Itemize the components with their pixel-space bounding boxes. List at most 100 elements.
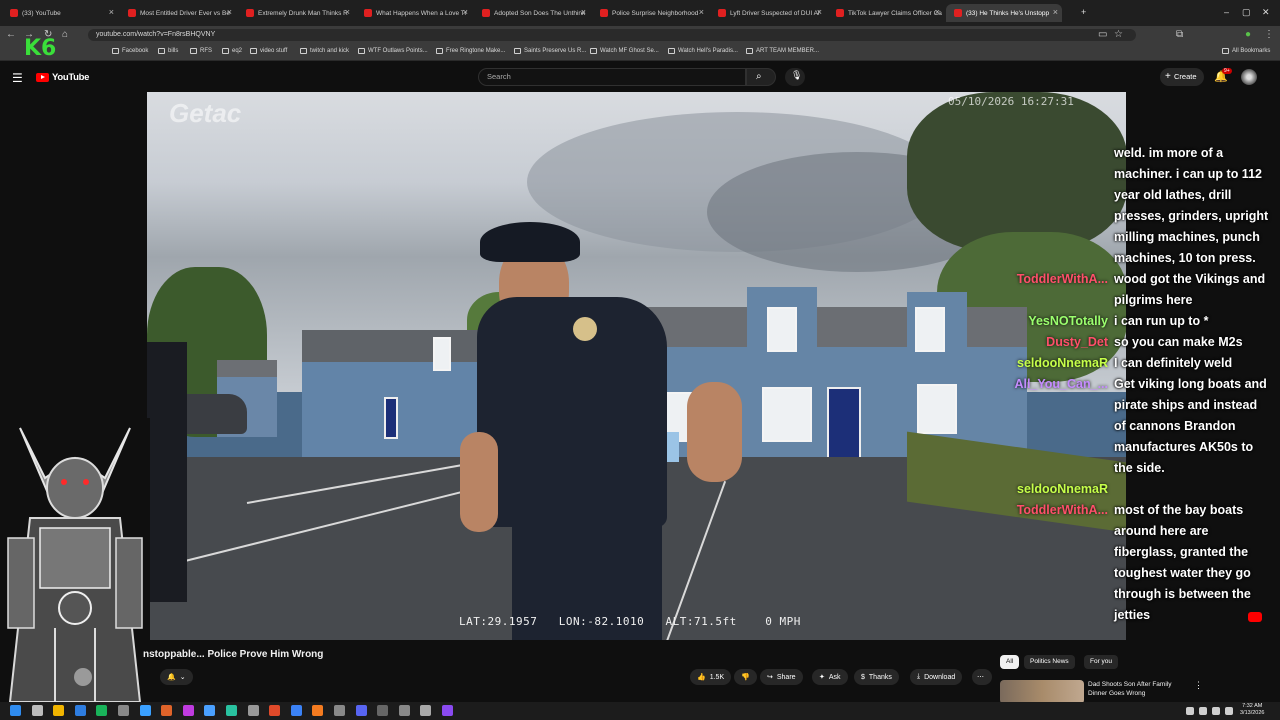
app-icon[interactable] xyxy=(334,705,345,716)
minimize-button[interactable]: – xyxy=(1224,7,1229,17)
settings-icon[interactable] xyxy=(398,705,410,716)
site-info-icon[interactable]: ⌂ xyxy=(62,29,68,40)
bookmark-item[interactable]: ART TEAM MEMBER... xyxy=(746,48,819,54)
browser-tab[interactable]: Police Surprise Neighborhood × xyxy=(592,4,708,22)
close-tab-icon[interactable]: × xyxy=(699,7,704,17)
menu-dots-icon[interactable]: ⋮ xyxy=(1264,29,1274,40)
new-tab-button[interactable]: + xyxy=(1081,7,1086,17)
tab-label: Extremely Drunk Man Thinks R xyxy=(258,9,348,17)
youtube-favicon-icon xyxy=(246,9,254,17)
recommended-video-thumbnail[interactable] xyxy=(1000,680,1084,704)
close-tab-icon[interactable]: × xyxy=(1053,7,1058,17)
bookmark-item[interactable]: bills xyxy=(158,48,178,54)
folder-icon xyxy=(250,48,257,54)
battery-icon[interactable] xyxy=(1225,707,1233,715)
browser-tab[interactable]: (33) YouTube × xyxy=(2,4,118,22)
channel-avatar[interactable] xyxy=(74,668,92,686)
maximize-button[interactable]: ▢ xyxy=(1242,7,1251,18)
back-icon[interactable]: ← xyxy=(6,29,16,40)
ask-button[interactable]: ✦ Ask xyxy=(812,669,848,685)
close-window-button[interactable]: ✕ xyxy=(1262,7,1270,18)
cast-icon[interactable]: ▭ xyxy=(1098,29,1107,40)
all-bookmarks[interactable]: All Bookmarks xyxy=(1222,48,1270,54)
bookmark-label: RFS xyxy=(200,48,212,54)
discord-icon[interactable] xyxy=(355,705,367,716)
bookmark-item[interactable]: video stuff xyxy=(250,48,287,54)
create-button[interactable]: + Create xyxy=(1160,68,1204,86)
more-actions-button[interactable]: ⋯ xyxy=(972,669,992,685)
filter-chip[interactable]: All xyxy=(1000,655,1020,669)
filter-chip[interactable]: For you xyxy=(1084,655,1119,669)
system-clock[interactable]: 7:32 AM 3/13/2026 xyxy=(1240,703,1264,717)
close-tab-icon[interactable]: × xyxy=(227,7,232,17)
close-tab-icon[interactable]: × xyxy=(581,7,586,17)
close-tab-icon[interactable]: × xyxy=(817,7,822,17)
mail-icon[interactable] xyxy=(74,705,86,716)
app-icon[interactable] xyxy=(226,705,237,716)
bookmark-item[interactable]: twitch and kick xyxy=(300,48,349,54)
network-icon[interactable] xyxy=(1199,707,1207,715)
vlc-icon[interactable] xyxy=(161,705,173,716)
start-icon[interactable] xyxy=(10,705,21,716)
app-icon[interactable] xyxy=(182,705,194,716)
bookmark-item[interactable]: Free Ringtone Make... xyxy=(436,48,505,54)
volume-icon[interactable] xyxy=(1212,707,1220,715)
download-button[interactable]: ⤓ Download xyxy=(910,669,963,685)
thanks-button[interactable]: $ Thanks xyxy=(854,669,899,685)
search-button[interactable]: ⌕ xyxy=(746,68,776,86)
bookmark-item[interactable]: Watch Hell's Paradis... xyxy=(668,48,738,54)
bookmark-star-icon[interactable]: ☆ xyxy=(1114,29,1123,40)
app-icon[interactable] xyxy=(204,705,216,716)
chrome-icon[interactable] xyxy=(139,705,151,716)
profile-avatar-icon[interactable]: ● xyxy=(1245,29,1251,40)
address-bar[interactable]: youtube.com/watch?v=Fn8rsBHQVNY xyxy=(88,29,1136,41)
subscribe-bell-button[interactable]: 🔔 ⌄ xyxy=(160,669,193,685)
like-button[interactable]: 👍 1.5K xyxy=(690,669,732,685)
bookmark-item[interactable]: WTF Outlaws Points... xyxy=(358,48,428,54)
close-tab-icon[interactable]: × xyxy=(935,7,940,17)
video-player[interactable] xyxy=(147,92,1126,640)
tray-chevron-icon[interactable] xyxy=(1186,707,1194,715)
app-icon[interactable] xyxy=(442,705,453,716)
app-icon[interactable] xyxy=(377,705,389,716)
app-icon[interactable] xyxy=(290,705,302,716)
bookmark-item[interactable]: Saints Preserve Us R... xyxy=(514,48,586,54)
recommended-video-title[interactable]: Dad Shoots Son After Family Dinner Goes … xyxy=(1088,680,1188,698)
app-icon[interactable] xyxy=(247,705,259,716)
browser-tab[interactable]: Most Entitled Driver Ever vs Be × xyxy=(120,4,236,22)
firefox-icon[interactable] xyxy=(312,705,324,716)
youtube-logo[interactable]: YouTube xyxy=(36,72,89,83)
browser-icon[interactable] xyxy=(118,705,129,716)
browser-tab[interactable]: Lyft Driver Suspected of DUI Af × xyxy=(710,4,826,22)
browser-tab[interactable]: What Happens When a Love Tr × xyxy=(356,4,472,22)
bookmark-item[interactable]: RFS xyxy=(190,48,212,54)
voice-search-button[interactable]: 🎙 xyxy=(785,68,805,86)
app-icon[interactable] xyxy=(269,705,281,716)
recommendation-menu-icon[interactable]: ⋮ xyxy=(1194,680,1203,691)
browser-tab[interactable]: Extremely Drunk Man Thinks R × xyxy=(238,4,354,22)
bookmark-item[interactable]: Facebook xyxy=(112,48,148,54)
app-icon[interactable] xyxy=(420,705,432,716)
browser-tab[interactable]: Adopted Son Does The Unthink × xyxy=(474,4,590,22)
download-icon: ⤓ xyxy=(917,673,921,680)
filter-chip[interactable]: Politics News xyxy=(1024,655,1075,669)
close-tab-icon[interactable]: × xyxy=(345,7,350,17)
folder-icon xyxy=(514,48,521,54)
search-input[interactable]: Search xyxy=(478,68,746,86)
dislike-button[interactable]: 👎 xyxy=(734,669,757,685)
close-tab-icon[interactable]: × xyxy=(109,7,114,17)
share-button[interactable]: ↪ Share xyxy=(760,669,803,685)
close-tab-icon[interactable]: × xyxy=(463,7,468,17)
hamburger-menu-icon[interactable]: ☰ xyxy=(12,71,23,85)
search-taskbar-icon[interactable] xyxy=(31,705,43,716)
account-avatar[interactable] xyxy=(1241,69,1257,85)
file-explorer-icon[interactable] xyxy=(53,705,65,716)
browser-tab[interactable]: (33) He Thinks He's Unstopp × xyxy=(946,4,1062,22)
tab-label: Most Entitled Driver Ever vs Be xyxy=(140,9,230,17)
bookmark-item[interactable]: Watch MF Ghost Se... xyxy=(590,48,659,54)
bookmark-label: Watch MF Ghost Se... xyxy=(600,48,659,54)
extensions-icon[interactable]: ⧉ xyxy=(1176,29,1183,40)
browser-tab[interactable]: TikTok Lawyer Claims Officer Ca × xyxy=(828,4,944,22)
app-icon[interactable] xyxy=(96,705,108,716)
bookmark-item[interactable]: eq2 xyxy=(222,48,242,54)
